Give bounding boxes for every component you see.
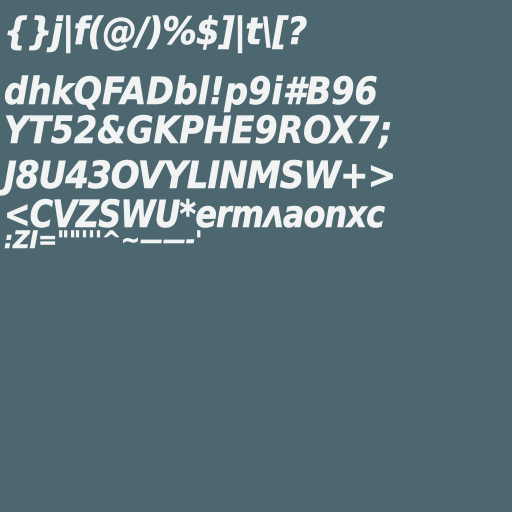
glyph-row-3: YT52&GKPHE9ROX7; [4,109,393,153]
glyph-row-6: :ZI=""'''^~——-' [4,226,203,255]
glyph-row-1: {}j|f(@/)%$]|t\[? [4,10,308,54]
glyph-row-4: J8U43OVYLINMSW+> [4,154,397,198]
glyph-sheet: {}j|f(@/)%$]|t\[? dhkQFADbl!p9i#B96 YT52… [0,0,512,512]
glyph-row-2: dhkQFADbl!p9i#B96 [4,70,378,114]
